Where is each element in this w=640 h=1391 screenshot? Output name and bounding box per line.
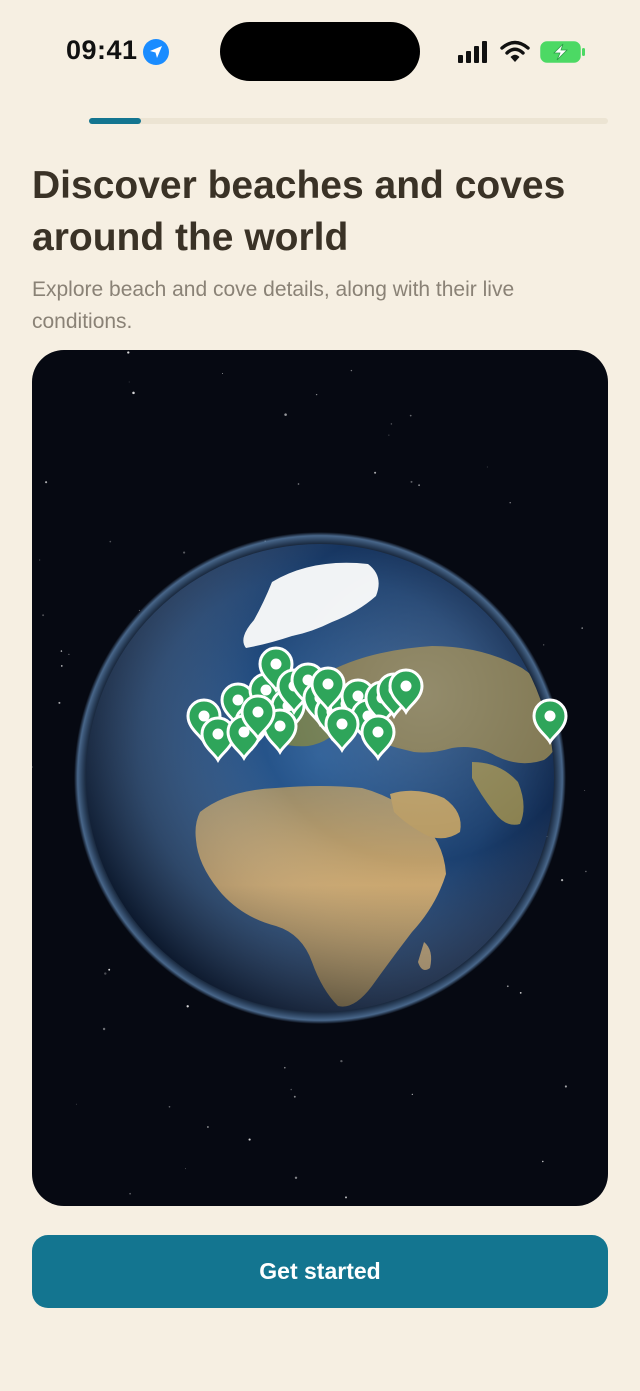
dynamic-island — [220, 22, 420, 81]
star — [68, 653, 70, 656]
wifi-icon — [500, 40, 530, 62]
star — [560, 878, 564, 882]
star — [411, 1093, 413, 1096]
location-arrow-icon — [143, 39, 169, 65]
star — [418, 484, 420, 487]
star — [519, 991, 522, 994]
star — [102, 1027, 106, 1031]
star — [168, 1105, 171, 1108]
star — [374, 471, 377, 474]
globe-view[interactable] — [32, 350, 608, 1206]
star — [345, 1196, 347, 1199]
star — [410, 480, 413, 483]
battery-charging-icon — [540, 41, 585, 63]
star — [390, 423, 393, 425]
signal-icon — [458, 41, 487, 63]
star — [127, 351, 130, 354]
star — [584, 789, 586, 791]
onboarding-progress — [89, 118, 608, 124]
star — [284, 413, 287, 416]
star — [290, 1088, 293, 1091]
star — [108, 968, 111, 971]
star — [109, 540, 112, 543]
star — [128, 381, 130, 383]
status-time: 09:41 — [66, 35, 138, 65]
star — [132, 391, 135, 395]
star — [39, 559, 41, 561]
star — [486, 466, 488, 468]
star — [283, 1066, 286, 1069]
globe-canvas[interactable] — [32, 350, 608, 1206]
star — [293, 1095, 296, 1098]
page-title: Discover beaches and coves around the wo… — [32, 164, 566, 259]
page-subtitle: Explore beach and cove details, along wi… — [32, 278, 515, 333]
star — [185, 1168, 187, 1170]
star — [509, 501, 511, 504]
star — [42, 614, 45, 617]
star — [388, 434, 390, 436]
star — [581, 627, 583, 629]
star — [248, 1138, 251, 1141]
star — [506, 985, 509, 988]
star — [340, 1059, 343, 1063]
star — [409, 414, 412, 417]
star — [350, 369, 353, 372]
star — [45, 481, 48, 484]
star — [104, 972, 107, 975]
star — [183, 551, 186, 554]
star — [315, 393, 318, 396]
star — [138, 609, 140, 611]
star — [297, 483, 300, 485]
star — [585, 870, 587, 873]
star — [32, 766, 33, 768]
star — [221, 373, 223, 374]
status-bar: 09:41 — [0, 0, 640, 100]
globe-shading — [86, 544, 554, 1012]
star — [564, 1085, 567, 1088]
star — [206, 1126, 209, 1128]
star — [60, 650, 63, 652]
star — [129, 1192, 131, 1195]
star — [186, 1005, 189, 1008]
star — [543, 644, 545, 646]
star — [294, 1176, 298, 1179]
star — [75, 1103, 77, 1105]
get-started-button[interactable]: Get started — [32, 1235, 608, 1308]
star — [60, 665, 63, 667]
star — [58, 701, 61, 704]
onboarding-progress-fill — [89, 118, 141, 124]
star — [542, 1160, 544, 1163]
